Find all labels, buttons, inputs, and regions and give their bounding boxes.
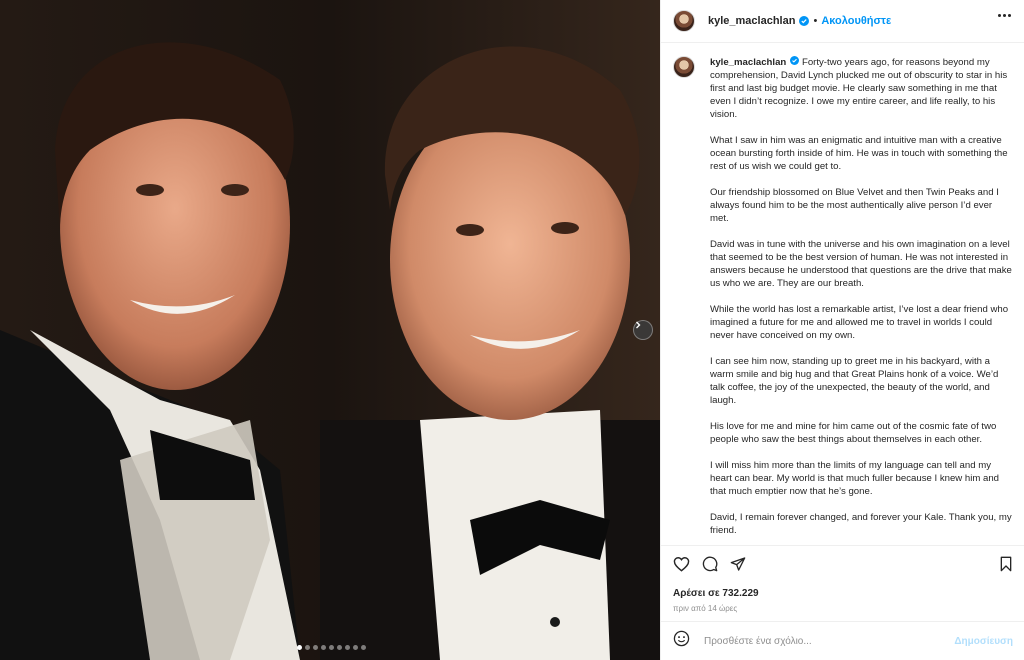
chevron-right-icon <box>636 321 641 329</box>
caption-paragraph: I can see him now, standing up to greet … <box>710 356 999 406</box>
caption-paragraph: Our friendship blossomed on Blue Velvet … <box>710 187 999 224</box>
carousel-dot <box>361 645 366 650</box>
verified-badge-icon <box>790 56 800 65</box>
more-options-icon[interactable] <box>998 14 1011 17</box>
comment-bar: Δημοσίευση <box>661 621 1024 660</box>
post-header: kyle_maclachlan • Ακολουθήστε <box>661 0 1024 43</box>
caption-paragraph: David, I remain forever changed, and for… <box>710 512 1012 536</box>
carousel-dot <box>337 645 342 650</box>
caption-avatar[interactable] <box>673 56 695 78</box>
post-photo[interactable] <box>0 0 660 660</box>
caption-paragraph: What I saw in him was an enigmatic and i… <box>710 135 1008 172</box>
heart-icon[interactable] <box>673 556 690 572</box>
caption-paragraph: His love for me and mine for him came ou… <box>710 421 997 445</box>
carousel-dot <box>353 645 358 650</box>
verified-badge-icon <box>799 16 810 26</box>
carousel-indicator <box>297 645 366 650</box>
caption-paragraph: I will miss him more than the limits of … <box>710 460 1000 497</box>
post-side-panel: kyle_maclachlan • Ακολουθήστε kyle_macla… <box>660 0 1024 660</box>
comment-icon[interactable] <box>702 556 718 572</box>
emoji-icon[interactable] <box>673 630 690 652</box>
photo-illustration <box>0 0 660 660</box>
share-icon[interactable] <box>730 556 746 572</box>
caption-section: kyle_maclachlan Forty-two years ago, for… <box>661 44 1024 545</box>
caption-paragraph: David was in tune with the universe and … <box>710 239 1012 289</box>
carousel-dot <box>313 645 318 650</box>
likes-count[interactable]: Αρέσει σε 732.229 <box>673 588 759 599</box>
caption-first-paragraph: kyle_maclachlan Forty-two years ago, for… <box>710 56 1012 121</box>
caption-paragraph: While the world has lost a remarkable ar… <box>710 304 1009 341</box>
avatar[interactable] <box>673 10 695 32</box>
post-comment-button[interactable]: Δημοσίευση <box>954 636 1013 647</box>
post-timestamp[interactable]: πριν από 14 ώρες <box>673 604 737 613</box>
caption-text: kyle_maclachlan Forty-two years ago, for… <box>710 56 1012 545</box>
follow-button[interactable]: Ακολουθήστε <box>821 15 891 27</box>
carousel-dot <box>345 645 350 650</box>
header-username[interactable]: kyle_maclachlan <box>708 15 795 27</box>
action-icons <box>673 556 746 572</box>
carousel-dot <box>321 645 326 650</box>
carousel-dot <box>297 645 302 650</box>
carousel-next-button[interactable] <box>633 320 653 340</box>
bookmark-icon[interactable] <box>999 556 1013 572</box>
header-separator: • <box>813 15 818 27</box>
caption-author[interactable]: kyle_maclachlan <box>710 57 786 68</box>
comment-input[interactable] <box>704 635 955 647</box>
carousel-dot <box>305 645 310 650</box>
carousel-dot <box>329 645 334 650</box>
